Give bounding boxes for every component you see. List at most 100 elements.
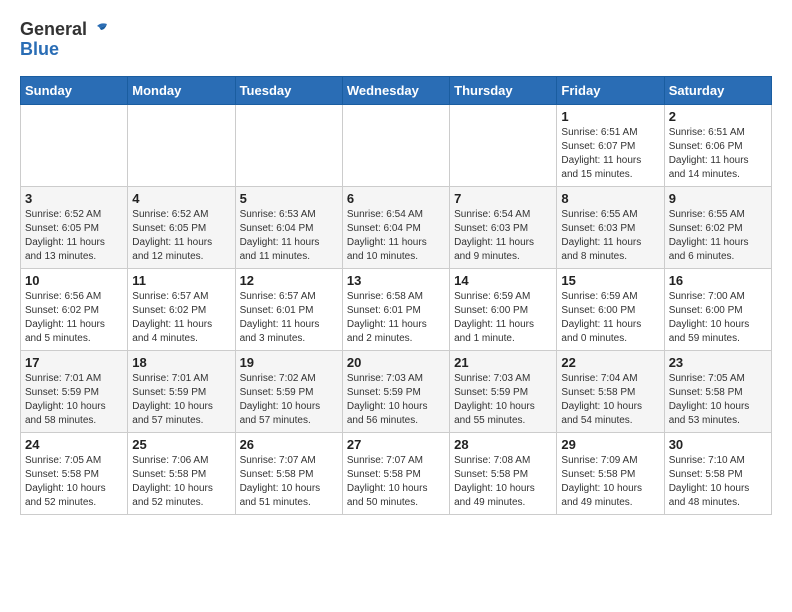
day-number: 22 — [561, 355, 659, 370]
calendar-cell: 26 Sunrise: 7:07 AM Sunset: 5:58 PM Dayli… — [235, 432, 342, 514]
logo-text-blue: Blue — [20, 40, 59, 60]
calendar-cell: 18Sunrise: 7:01 AM Sunset: 5:59 PM Dayli… — [128, 350, 235, 432]
day-number: 19 — [240, 355, 338, 370]
day-info: Sunrise: 6:51 AM Sunset: 6:07 PM Dayligh… — [561, 126, 659, 182]
day-info: Sunrise: 7:08 AM Sunset: 5:58 PM Dayligh… — [454, 454, 552, 510]
day-info: Sunrise: 6:54 AM Sunset: 6:04 PM Dayligh… — [347, 208, 445, 264]
calendar-cell: 14 Sunrise: 6:59 AM Sunset: 6:00 PM Dayli… — [450, 268, 557, 350]
calendar-cell: 17 Sunrise: 7:01 AM Sunset: 5:59 PM Dayli… — [21, 350, 128, 432]
day-number: 12 — [240, 273, 338, 288]
calendar-cell: 13 Sunrise: 6:58 AM Sunset: 6:01 PM Dayli… — [342, 268, 449, 350]
calendar-cell: 3 Sunrise: 6:52 AM Sunset: 6:05 PM Daylig… — [21, 186, 128, 268]
calendar-week-5: 24Sunrise: 7:05 AM Sunset: 5:58 PM Dayli… — [21, 432, 772, 514]
day-number: 14 — [454, 273, 552, 288]
weekday-header-friday: Friday — [557, 76, 664, 104]
calendar-cell: 24Sunrise: 7:05 AM Sunset: 5:58 PM Dayli… — [21, 432, 128, 514]
calendar-cell: 19 Sunrise: 7:02 AM Sunset: 5:59 PM Dayli… — [235, 350, 342, 432]
day-info: Sunrise: 6:55 AM Sunset: 6:03 PM Dayligh… — [561, 208, 659, 264]
day-number: 1 — [561, 109, 659, 124]
calendar-cell: 7 Sunrise: 6:54 AM Sunset: 6:03 PM Daylig… — [450, 186, 557, 268]
weekday-header-monday: Monday — [128, 76, 235, 104]
day-info: Sunrise: 7:10 AM Sunset: 5:58 PM Dayligh… — [669, 454, 767, 510]
day-info: Sunrise: 6:56 AM Sunset: 6:02 PM Dayligh… — [25, 290, 123, 346]
day-number: 23 — [669, 355, 767, 370]
calendar-week-2: 3 Sunrise: 6:52 AM Sunset: 6:05 PM Daylig… — [21, 186, 772, 268]
day-number: 20 — [347, 355, 445, 370]
calendar-week-1: 1 Sunrise: 6:51 AM Sunset: 6:07 PM Daylig… — [21, 104, 772, 186]
day-info: Sunrise: 6:59 AM Sunset: 6:00 PM Dayligh… — [561, 290, 659, 346]
calendar-cell: 28Sunrise: 7:08 AM Sunset: 5:58 PM Dayli… — [450, 432, 557, 514]
calendar-cell: 9 Sunrise: 6:55 AM Sunset: 6:02 PM Daylig… — [664, 186, 771, 268]
day-number: 30 — [669, 437, 767, 452]
logo: General Blue — [20, 20, 109, 60]
day-info: Sunrise: 6:57 AM Sunset: 6:01 PM Dayligh… — [240, 290, 338, 346]
calendar-cell: 30 Sunrise: 7:10 AM Sunset: 5:58 PM Dayli… — [664, 432, 771, 514]
day-info: Sunrise: 6:59 AM Sunset: 6:00 PM Dayligh… — [454, 290, 552, 346]
day-info: Sunrise: 7:09 AM Sunset: 5:58 PM Dayligh… — [561, 454, 659, 510]
weekday-header-row: SundayMondayTuesdayWednesdayThursdayFrid… — [21, 76, 772, 104]
weekday-header-tuesday: Tuesday — [235, 76, 342, 104]
day-number: 6 — [347, 191, 445, 206]
calendar-table: SundayMondayTuesdayWednesdayThursdayFrid… — [20, 76, 772, 515]
weekday-header-saturday: Saturday — [664, 76, 771, 104]
day-number: 18 — [132, 355, 230, 370]
calendar-cell: 12 Sunrise: 6:57 AM Sunset: 6:01 PM Dayli… — [235, 268, 342, 350]
day-info: Sunrise: 7:07 AM Sunset: 5:58 PM Dayligh… — [347, 454, 445, 510]
day-number: 26 — [240, 437, 338, 452]
day-info: Sunrise: 7:02 AM Sunset: 5:59 PM Dayligh… — [240, 372, 338, 428]
calendar-cell: 22Sunrise: 7:04 AM Sunset: 5:58 PM Dayli… — [557, 350, 664, 432]
calendar-cell: 25Sunrise: 7:06 AM Sunset: 5:58 PM Dayli… — [128, 432, 235, 514]
weekday-header-wednesday: Wednesday — [342, 76, 449, 104]
day-info: Sunrise: 6:53 AM Sunset: 6:04 PM Dayligh… — [240, 208, 338, 264]
calendar-cell — [450, 104, 557, 186]
calendar-cell: 23 Sunrise: 7:05 AM Sunset: 5:58 PM Dayli… — [664, 350, 771, 432]
day-number: 11 — [132, 273, 230, 288]
day-info: Sunrise: 7:07 AM Sunset: 5:58 PM Dayligh… — [240, 454, 338, 510]
logo-bird-icon — [89, 22, 109, 38]
day-number: 2 — [669, 109, 767, 124]
day-number: 15 — [561, 273, 659, 288]
day-info: Sunrise: 6:52 AM Sunset: 6:05 PM Dayligh… — [132, 208, 230, 264]
calendar-cell: 16Sunrise: 7:00 AM Sunset: 6:00 PM Dayli… — [664, 268, 771, 350]
day-info: Sunrise: 6:55 AM Sunset: 6:02 PM Dayligh… — [669, 208, 767, 264]
calendar-cell: 4 Sunrise: 6:52 AM Sunset: 6:05 PM Daylig… — [128, 186, 235, 268]
day-number: 7 — [454, 191, 552, 206]
calendar-week-3: 10Sunrise: 6:56 AM Sunset: 6:02 PM Dayli… — [21, 268, 772, 350]
logo-text-general: General — [20, 20, 87, 40]
day-number: 3 — [25, 191, 123, 206]
calendar-cell: 6 Sunrise: 6:54 AM Sunset: 6:04 PM Daylig… — [342, 186, 449, 268]
day-number: 8 — [561, 191, 659, 206]
page-header: General Blue — [20, 20, 772, 60]
calendar-cell — [235, 104, 342, 186]
weekday-header-thursday: Thursday — [450, 76, 557, 104]
day-number: 29 — [561, 437, 659, 452]
day-info: Sunrise: 6:54 AM Sunset: 6:03 PM Dayligh… — [454, 208, 552, 264]
day-number: 25 — [132, 437, 230, 452]
calendar-cell: 11 Sunrise: 6:57 AM Sunset: 6:02 PM Dayli… — [128, 268, 235, 350]
day-number: 27 — [347, 437, 445, 452]
calendar-week-4: 17 Sunrise: 7:01 AM Sunset: 5:59 PM Dayli… — [21, 350, 772, 432]
calendar-cell — [21, 104, 128, 186]
day-info: Sunrise: 7:05 AM Sunset: 5:58 PM Dayligh… — [669, 372, 767, 428]
day-info: Sunrise: 7:03 AM Sunset: 5:59 PM Dayligh… — [454, 372, 552, 428]
day-number: 21 — [454, 355, 552, 370]
day-number: 17 — [25, 355, 123, 370]
day-number: 4 — [132, 191, 230, 206]
day-info: Sunrise: 6:51 AM Sunset: 6:06 PM Dayligh… — [669, 126, 767, 182]
calendar-cell: 29 Sunrise: 7:09 AM Sunset: 5:58 PM Dayli… — [557, 432, 664, 514]
day-info: Sunrise: 6:58 AM Sunset: 6:01 PM Dayligh… — [347, 290, 445, 346]
calendar-cell: 10Sunrise: 6:56 AM Sunset: 6:02 PM Dayli… — [21, 268, 128, 350]
day-info: Sunrise: 7:01 AM Sunset: 5:59 PM Dayligh… — [25, 372, 123, 428]
calendar-cell: 1 Sunrise: 6:51 AM Sunset: 6:07 PM Daylig… — [557, 104, 664, 186]
calendar-cell: 5Sunrise: 6:53 AM Sunset: 6:04 PM Daylig… — [235, 186, 342, 268]
calendar-cell — [342, 104, 449, 186]
calendar-cell: 21 Sunrise: 7:03 AM Sunset: 5:59 PM Dayli… — [450, 350, 557, 432]
day-number: 24 — [25, 437, 123, 452]
calendar-cell: 8 Sunrise: 6:55 AM Sunset: 6:03 PM Daylig… — [557, 186, 664, 268]
day-info: Sunrise: 7:00 AM Sunset: 6:00 PM Dayligh… — [669, 290, 767, 346]
day-info: Sunrise: 6:57 AM Sunset: 6:02 PM Dayligh… — [132, 290, 230, 346]
day-number: 13 — [347, 273, 445, 288]
calendar-cell: 15 Sunrise: 6:59 AM Sunset: 6:00 PM Dayli… — [557, 268, 664, 350]
day-number: 9 — [669, 191, 767, 206]
day-info: Sunrise: 6:52 AM Sunset: 6:05 PM Dayligh… — [25, 208, 123, 264]
